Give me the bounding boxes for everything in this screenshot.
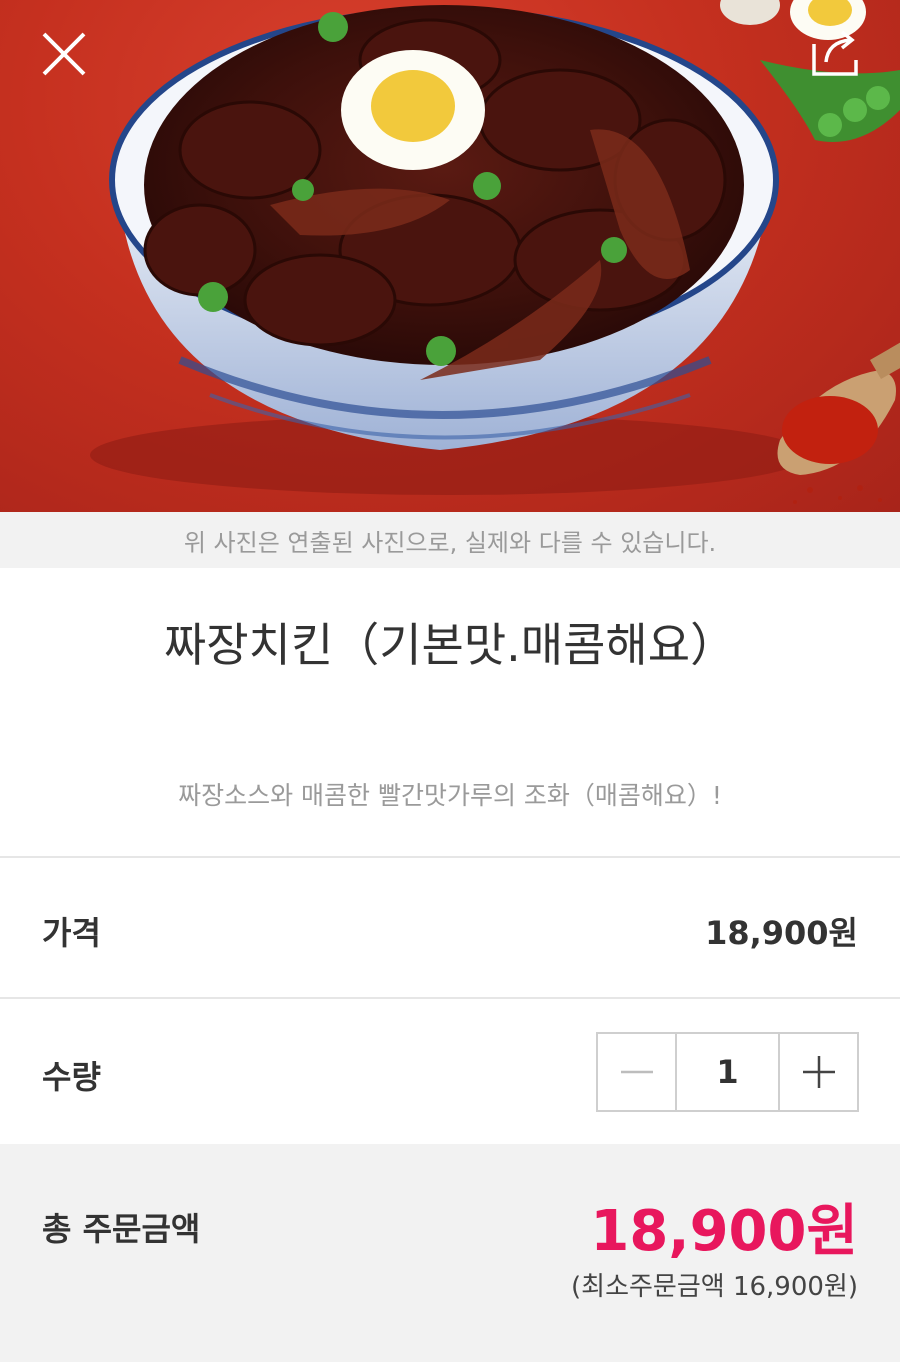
price-label: 가격 bbox=[42, 914, 101, 952]
decrement-button[interactable] bbox=[598, 1034, 675, 1110]
quantity-value: 1 bbox=[675, 1034, 780, 1110]
minimum-order-amount: (최소주문금액 16,900원) bbox=[571, 1272, 858, 1302]
product-description: 짜장소스와 매콤한 빨간맛가루의 조화（매콤해요）! bbox=[178, 781, 722, 810]
photo-disclaimer: 위 사진은 연출된 사진으로, 실제와 다를 수 있습니다. bbox=[0, 512, 900, 568]
chicken-bowl-illustration bbox=[90, 0, 900, 504]
minus-icon bbox=[620, 1070, 653, 1074]
plus-icon bbox=[802, 1056, 835, 1088]
quantity-stepper: 1 bbox=[596, 1032, 859, 1112]
increment-button[interactable] bbox=[780, 1034, 857, 1110]
total-label: 총 주문금액 bbox=[42, 1210, 201, 1248]
close-icon bbox=[42, 32, 86, 76]
order-total-section: 총 주문금액 18,900원 (최소주문금액 16,900원) bbox=[0, 1144, 900, 1362]
quantity-label: 수량 bbox=[42, 1058, 101, 1096]
share-button[interactable] bbox=[806, 24, 866, 84]
price-row: 가격 18,900원 bbox=[0, 858, 900, 998]
product-title: 짜장치킨（기본맛.매콤해요） bbox=[163, 618, 737, 672]
product-header: 짜장치킨（기본맛.매콤해요） 짜장소스와 매콤한 빨간맛가루의 조화（매콤해요）… bbox=[0, 568, 900, 858]
total-value: 18,900원 bbox=[590, 1199, 858, 1264]
price-value: 18,900원 bbox=[705, 914, 858, 952]
share-icon bbox=[812, 30, 858, 76]
close-button[interactable] bbox=[34, 24, 94, 84]
product-image bbox=[0, 0, 900, 512]
